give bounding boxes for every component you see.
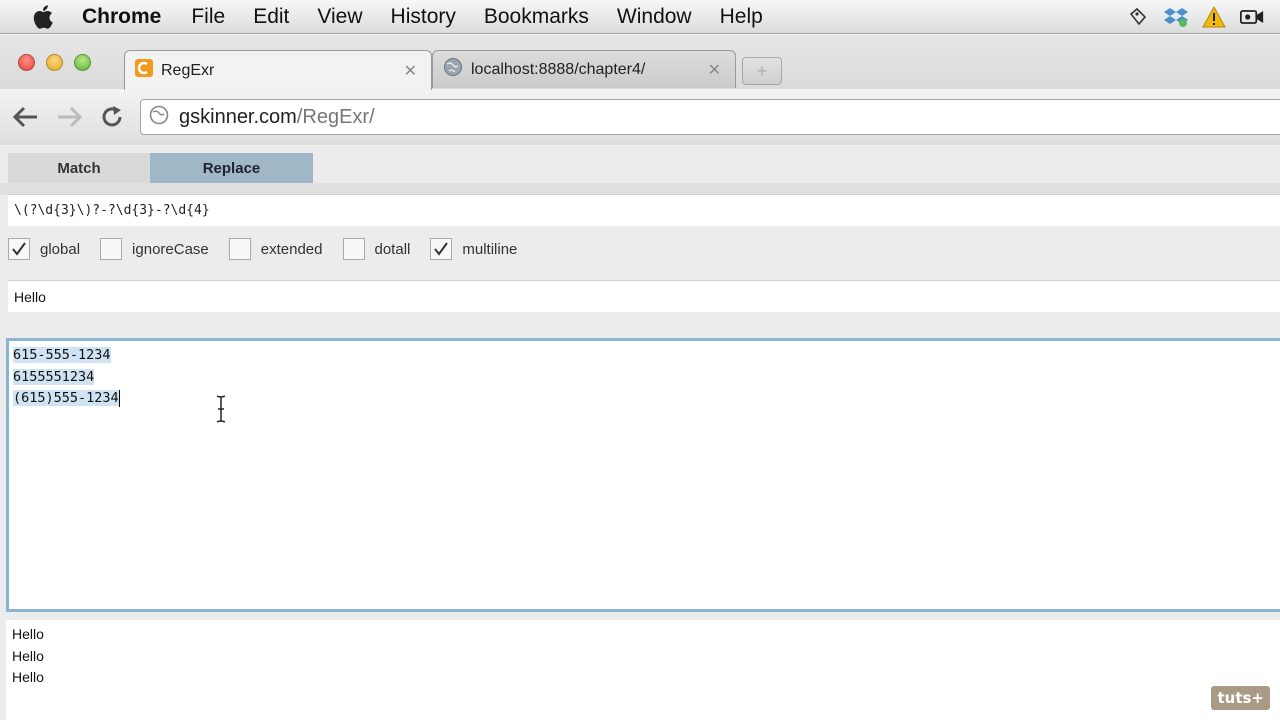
checkmark-icon (12, 242, 26, 256)
source-line: 615-555-1234 (13, 345, 1279, 367)
ibeam-cursor-icon (216, 395, 226, 423)
window-controls (18, 54, 91, 71)
tuts-watermark: tuts+ (1211, 686, 1270, 710)
video-camera-icon[interactable] (1240, 5, 1264, 29)
browser-toolbar: gskinner.com/RegExr/ (0, 89, 1280, 145)
tab-title: RegExr (161, 61, 215, 79)
tab-replace[interactable]: Replace (150, 153, 313, 183)
globe-icon (443, 57, 463, 82)
result-line: Hello (12, 647, 44, 664)
regex-input[interactable]: \(?\d{3}\)?-?\d{3}-?\d{4} (8, 194, 1280, 226)
match-highlight: 615-555-1234 (13, 347, 111, 363)
flag-global[interactable]: global (8, 238, 80, 260)
menu-file[interactable]: File (191, 5, 225, 29)
ignorecase-checkbox[interactable] (100, 238, 123, 260)
forward-arrow-icon[interactable] (55, 103, 83, 131)
tab-localhost[interactable]: localhost:8888/chapter4/ ✕ (432, 50, 736, 88)
close-tab-icon[interactable]: ✕ (404, 61, 417, 81)
back-arrow-icon[interactable] (12, 103, 40, 131)
browser-chrome: RegExr ✕ localhost:8888/chapter4/ ✕ + gs… (0, 35, 1280, 145)
flag-ignorecase[interactable]: ignoreCase (100, 238, 209, 260)
menubar-tray (1126, 0, 1280, 34)
warning-icon[interactable] (1202, 5, 1226, 29)
apple-icon[interactable] (26, 0, 60, 34)
menu-app-chrome[interactable]: Chrome (82, 5, 161, 29)
mac-menubar: Chrome File Edit View History Bookmarks … (0, 0, 1280, 34)
address-bar[interactable]: gskinner.com/RegExr/ (140, 99, 1280, 135)
flag-label: multiline (462, 240, 518, 258)
dotall-checkbox[interactable] (342, 238, 365, 260)
menu-history[interactable]: History (391, 5, 456, 29)
result-line: Hello (12, 669, 44, 685)
minimize-window-button[interactable] (46, 54, 63, 71)
tab-title: localhost:8888/chapter4/ (471, 60, 646, 78)
new-tab-button[interactable]: + (742, 57, 782, 85)
flag-dotall[interactable]: dotall (342, 238, 411, 260)
close-tab-icon[interactable]: ✕ (708, 60, 721, 80)
flag-label: dotall (374, 240, 411, 258)
tab-regexr[interactable]: RegExr ✕ (124, 50, 432, 90)
url-path: /RegExr/ (296, 105, 375, 128)
menu-window[interactable]: Window (617, 5, 692, 29)
multiline-checkbox[interactable] (430, 238, 453, 260)
source-line: 6155551234 (13, 367, 1279, 389)
replace-input[interactable]: Hello (8, 280, 1280, 312)
menu-view[interactable]: View (317, 5, 362, 29)
menu-bookmarks[interactable]: Bookmarks (484, 5, 589, 29)
flag-label: extended (260, 240, 323, 258)
source-line: (615)555-1234 (13, 388, 1279, 410)
global-checkbox[interactable] (8, 238, 30, 260)
flag-label: ignoreCase (132, 240, 209, 258)
checkmark-icon (434, 242, 449, 256)
result-line: Hello (12, 626, 44, 642)
regexr-favicon-icon (135, 59, 153, 82)
menu-edit[interactable]: Edit (253, 5, 289, 29)
reload-icon[interactable] (98, 103, 126, 131)
url-host: gskinner.com (179, 105, 297, 128)
evernote-icon[interactable] (1126, 5, 1150, 29)
mode-tabs: Match Replace (8, 153, 313, 183)
tab-match[interactable]: Match (8, 153, 150, 183)
zoom-window-button[interactable] (74, 54, 91, 71)
flag-label: global (40, 240, 81, 258)
match-highlight: (615)555-1234 (13, 390, 119, 406)
menu-help[interactable]: Help (720, 5, 763, 29)
flag-multiline[interactable]: multiline (430, 238, 517, 260)
flag-extended[interactable]: extended (228, 238, 323, 260)
text-caret (118, 389, 120, 407)
flags-row: global ignoreCase extended dotall multil… (8, 238, 537, 260)
dropbox-icon[interactable] (1164, 5, 1188, 29)
close-window-button[interactable] (18, 54, 35, 71)
match-highlight: 6155551234 (13, 368, 95, 385)
source-textarea[interactable]: 615-555-1234 6155551234 (615)555-1234 (6, 338, 1280, 612)
result-output: Hello Hello Hello (6, 620, 1280, 720)
page-globe-icon (149, 105, 169, 130)
regexr-page: Match Replace \(?\d{3}\)?-?\d{3}-?\d{4} … (0, 146, 1280, 720)
extended-checkbox[interactable] (228, 238, 251, 260)
